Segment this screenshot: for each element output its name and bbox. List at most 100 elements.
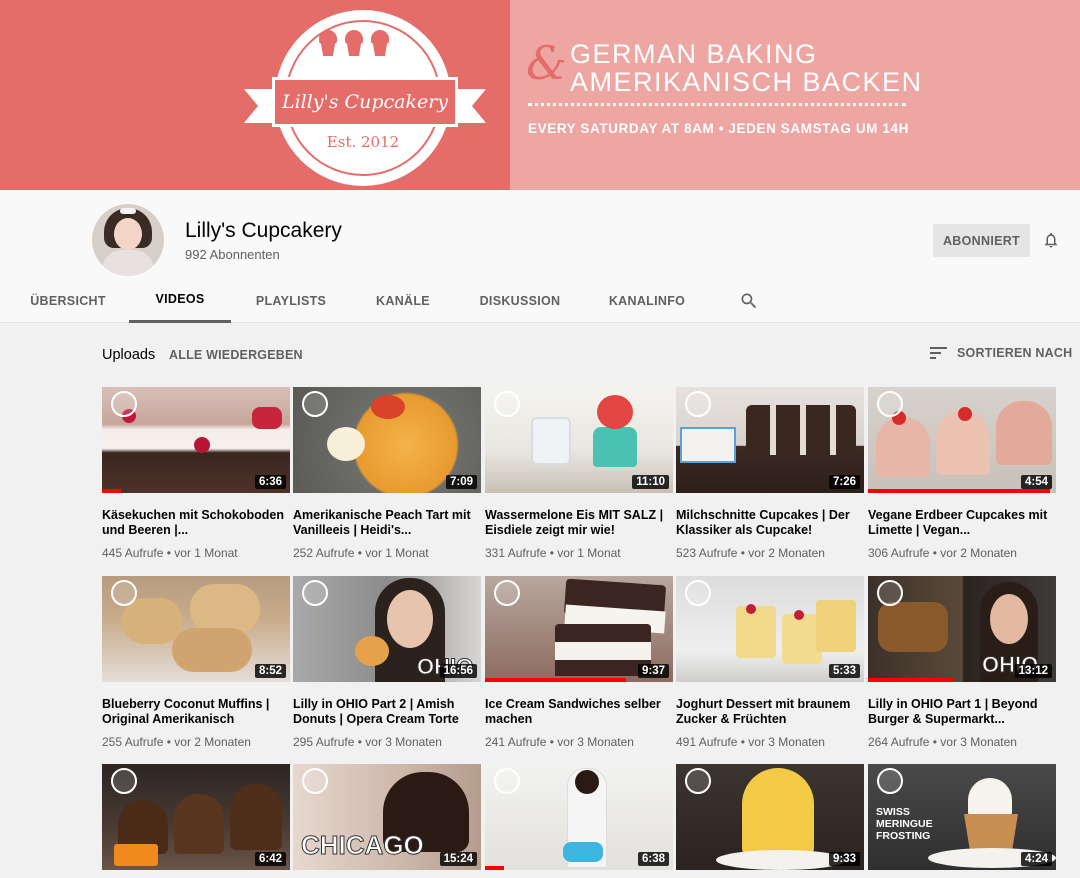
channel-watermark-icon (494, 391, 520, 417)
search-icon[interactable] (739, 291, 759, 311)
video-item[interactable]: 7:09 Amerikanische Peach Tart mit Vanill… (293, 387, 481, 560)
video-item[interactable]: 11:10 Wassermelone Eis MIT SALZ | Eisdie… (485, 387, 673, 560)
tab-kanaele[interactable]: KANÄLE (364, 278, 442, 323)
notification-bell-icon[interactable] (1042, 230, 1060, 250)
video-duration: 11:10 (632, 475, 669, 489)
watch-progress (868, 678, 953, 682)
video-thumbnail[interactable]: 9:33 (676, 764, 864, 870)
video-item[interactable]: 4:54 Vegane Erdbeer Cupcakes mit Limette… (868, 387, 1056, 560)
sort-icon (930, 347, 947, 359)
video-thumbnail[interactable]: SWISS MERINGUE FROSTING 4:24 (868, 764, 1056, 870)
video-title[interactable]: Lilly in OHIO Part 1 | Beyond Burger & S… (868, 697, 1056, 727)
video-meta: 306 Aufrufe • vor 2 Monaten (868, 546, 1017, 560)
video-item[interactable]: 5:33 Joghurt Dessert mit braunem Zucker … (676, 576, 864, 749)
video-duration: 8:52 (254, 664, 286, 678)
channel-watermark-icon (877, 580, 903, 606)
video-title[interactable]: Wassermelone Eis MIT SALZ | Eisdiele zei… (485, 508, 673, 538)
video-meta: 491 Aufrufe • vor 3 Monaten (676, 735, 825, 749)
video-thumbnail[interactable]: OHIO 16:56 (293, 576, 481, 682)
video-duration: 4:24 (1020, 852, 1052, 866)
watch-progress (102, 489, 121, 493)
channel-tabs: ÜBERSICHT VIDEOS PLAYLISTS KANÄLE DISKUS… (0, 278, 1080, 323)
dotted-divider (528, 103, 906, 106)
video-duration: 7:26 (828, 475, 860, 489)
video-thumbnail[interactable]: 6:42 (102, 764, 290, 870)
video-item[interactable]: 9:33 (676, 764, 864, 870)
video-item[interactable]: 6:42 (102, 764, 290, 870)
play-all-button[interactable]: ALLE WIEDERGEBEN (169, 348, 303, 362)
video-item[interactable]: OHIO 16:56 Lilly in OHIO Part 2 | Amish … (293, 576, 481, 749)
video-meta: 252 Aufrufe • vor 1 Monat (293, 546, 429, 560)
video-duration: 7:09 (445, 475, 477, 489)
sort-button[interactable]: SORTIEREN NACH (930, 346, 1072, 360)
channel-header: Lilly's Cupcakery 992 Abonnenten ABONNIE… (0, 190, 1080, 323)
video-thumbnail[interactable]: 8:52 (102, 576, 290, 682)
video-item[interactable]: 8:52 Blueberry Coconut Muffins | Origina… (102, 576, 290, 749)
avatar[interactable] (92, 204, 164, 276)
video-title[interactable]: Milchschnitte Cupcakes | Der Klassiker a… (676, 508, 864, 538)
channel-watermark-icon (302, 391, 328, 417)
channel-watermark-icon (685, 768, 711, 794)
video-meta: 523 Aufrufe • vor 2 Monaten (676, 546, 825, 560)
video-duration: 4:54 (1020, 475, 1052, 489)
video-thumbnail[interactable]: 9:37 (485, 576, 673, 682)
video-title[interactable]: Blueberry Coconut Muffins | Original Ame… (102, 697, 290, 727)
video-item[interactable]: 6:38 (485, 764, 673, 870)
video-title[interactable]: Amerikanische Peach Tart mit Vanilleeis … (293, 508, 481, 538)
video-thumbnail[interactable]: OHIO 13:12 (868, 576, 1056, 682)
video-duration: 15:24 (439, 852, 477, 866)
ampersand: & (526, 36, 567, 90)
channel-watermark-icon (877, 768, 903, 794)
channel-name: Lilly's Cupcakery (185, 219, 342, 242)
video-thumbnail[interactable]: 7:09 (293, 387, 481, 493)
video-meta: 255 Aufrufe • vor 2 Monaten (102, 735, 251, 749)
tab-playlists[interactable]: PLAYLISTS (246, 278, 336, 323)
channel-watermark-icon (302, 768, 328, 794)
video-thumbnail[interactable]: 5:33 (676, 576, 864, 682)
tagline-line1: GERMAN BAKING (570, 39, 818, 69)
channel-watermark-icon (685, 391, 711, 417)
video-item[interactable]: 6:36 Käsekuchen mit Schokoboden und Beer… (102, 387, 290, 560)
video-title[interactable]: Joghurt Dessert mit braunem Zucker & Frü… (676, 697, 864, 727)
video-duration: 16:56 (439, 664, 477, 678)
cupcakes-icon (318, 28, 390, 56)
watch-progress (485, 678, 626, 682)
video-thumbnail[interactable]: 6:36 (102, 387, 290, 493)
video-duration: 6:38 (637, 852, 669, 866)
video-item[interactable]: SWISS MERINGUE FROSTING 4:24 (868, 764, 1056, 870)
banner-tagline: & GERMAN BAKING AMERIKANISCH BACKEN EVER… (510, 0, 1080, 190)
video-thumbnail[interactable]: 7:26 (676, 387, 864, 493)
video-item[interactable]: CHICAGO 15:24 (293, 764, 481, 870)
channel-watermark-icon (111, 768, 137, 794)
video-meta: 264 Aufrufe • vor 3 Monaten (868, 735, 1017, 749)
subscribe-button[interactable]: ABONNIERT (933, 224, 1030, 257)
video-title[interactable]: Ice Cream Sandwiches selber machen (485, 697, 673, 727)
tagline-line2: AMERIKANISCH BACKEN (570, 67, 923, 97)
video-thumbnail[interactable]: 11:10 (485, 387, 673, 493)
video-duration: 5:33 (828, 664, 860, 678)
tab-diskussion[interactable]: DISKUSSION (470, 278, 570, 323)
video-overlay-text: SWISS MERINGUE FROSTING (876, 806, 933, 842)
tab-kanalinfo[interactable]: KANALINFO (600, 278, 694, 323)
video-thumbnail[interactable]: 4:54 (868, 387, 1056, 493)
video-duration: 6:42 (254, 852, 286, 866)
tab-videos[interactable]: VIDEOS (129, 278, 231, 323)
video-overlay-text: CHICAGO (301, 830, 425, 861)
video-item[interactable]: 7:26 Milchschnitte Cupcakes | Der Klassi… (676, 387, 864, 560)
tab-uebersicht[interactable]: ÜBERSICHT (22, 278, 114, 323)
channel-watermark-icon (111, 580, 137, 606)
channel-watermark-icon (685, 580, 711, 606)
video-title[interactable]: Vegane Erdbeer Cupcakes mit Limette | Ve… (868, 508, 1056, 538)
channel-watermark-icon (494, 580, 520, 606)
upload-schedule: EVERY SATURDAY AT 8AM • JEDEN SAMSTAG UM… (528, 121, 909, 136)
video-title[interactable]: Lilly in OHIO Part 2 | Amish Donuts | Op… (293, 697, 481, 727)
video-duration: 9:33 (828, 852, 860, 866)
video-item[interactable]: OHIO 13:12 Lilly in OHIO Part 1 | Beyond… (868, 576, 1056, 749)
video-item[interactable]: 9:37 Ice Cream Sandwiches selber machen … (485, 576, 673, 749)
video-title[interactable]: Käsekuchen mit Schokoboden und Beeren |.… (102, 508, 290, 538)
video-thumbnail[interactable]: 6:38 (485, 764, 673, 870)
channel-watermark-icon (111, 391, 137, 417)
video-meta: 445 Aufrufe • vor 1 Monat (102, 546, 238, 560)
video-thumbnail[interactable]: CHICAGO 15:24 (293, 764, 481, 870)
video-duration: 6:36 (254, 475, 286, 489)
